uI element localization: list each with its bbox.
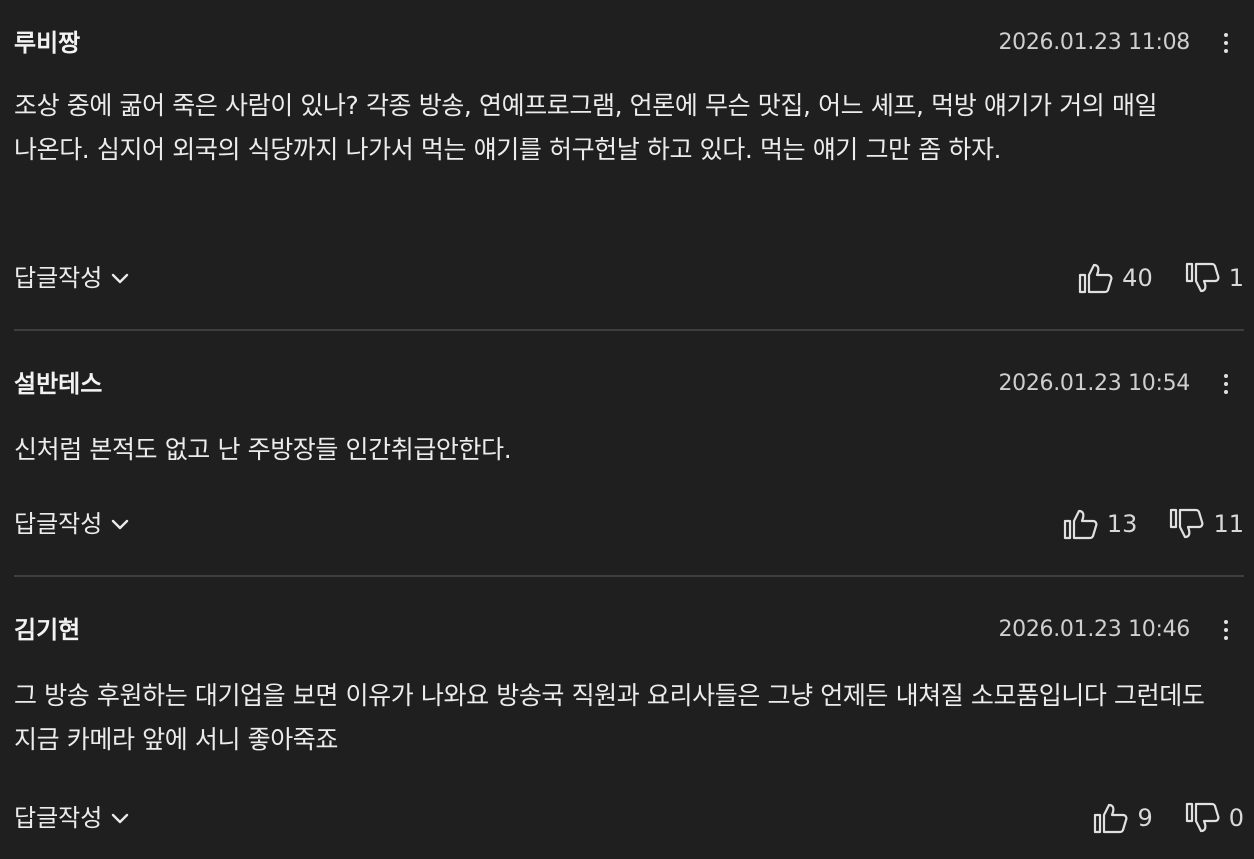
like-count: 40 [1122, 264, 1153, 292]
dislike-count: 1 [1228, 264, 1244, 292]
like-button[interactable]: 13 [1063, 508, 1138, 540]
dislike-button[interactable]: 0 [1185, 802, 1244, 834]
comment-item: 설반테스 2026.01.23 10:54 신처럼 본적도 없고 난 주방장들 … [0, 331, 1254, 577]
vote-group: 13 11 [1063, 508, 1244, 540]
comment-author: 김기현 [14, 616, 81, 644]
comment-list: 루비짱 2026.01.23 11:08 조상 중에 굶어 죽은 사람이 있나?… [0, 0, 1254, 859]
dislike-button[interactable]: 11 [1169, 508, 1244, 540]
dislike-count: 0 [1228, 804, 1244, 832]
chevron-down-icon [112, 519, 129, 530]
thumbs-down-icon [1185, 802, 1220, 833]
like-button[interactable]: 9 [1093, 802, 1153, 834]
reply-toggle-button[interactable]: 답글작성 [14, 262, 130, 294]
more-options-button[interactable] [1214, 369, 1238, 399]
comment-body: 조상 중에 굶어 죽은 사람이 있나? 각종 방송, 연예프로그램, 언론에 무… [14, 91, 1158, 164]
thumbs-up-icon [1079, 263, 1113, 294]
comment-timestamp: 2026.01.23 10:46 [998, 617, 1190, 642]
reply-toggle-button[interactable]: 답글작성 [14, 508, 130, 540]
like-count: 13 [1106, 510, 1138, 538]
comment-timestamp: 2026.01.23 11:08 [998, 30, 1190, 55]
comment-item: 김기현 2026.01.23 10:46 그 방송 후원하는 대기업을 보면 이… [0, 577, 1254, 859]
like-count: 9 [1137, 804, 1153, 832]
reply-label: 답글작성 [14, 510, 103, 538]
comment-timestamp: 2026.01.23 10:54 [998, 371, 1190, 396]
reply-toggle-button[interactable]: 답글작성 [14, 802, 130, 834]
reply-label: 답글작성 [14, 804, 103, 832]
vote-group: 9 0 [1093, 802, 1244, 834]
more-options-button[interactable] [1214, 28, 1238, 58]
thumbs-down-icon [1185, 262, 1220, 293]
comment-body: 신처럼 본적도 없고 난 주방장들 인간취급안한다. [14, 435, 512, 464]
comment-body: 그 방송 후원하는 대기업을 보면 이유가 나와요 방송국 직원과 요리사들은 … [14, 681, 1205, 754]
dislike-button[interactable]: 1 [1185, 262, 1244, 294]
comment-author: 설반테스 [14, 370, 103, 398]
more-options-button[interactable] [1214, 615, 1238, 645]
thumbs-up-icon [1094, 803, 1128, 834]
dislike-count: 11 [1213, 510, 1244, 538]
vote-group: 40 1 [1078, 262, 1244, 294]
reply-label: 답글작성 [14, 264, 103, 292]
comment-item: 루비짱 2026.01.23 11:08 조상 중에 굶어 죽은 사람이 있나?… [0, 0, 1254, 331]
comment-author: 루비짱 [14, 29, 81, 57]
thumbs-up-icon [1063, 509, 1098, 540]
like-button[interactable]: 40 [1078, 262, 1153, 294]
chevron-down-icon [112, 273, 129, 284]
thumbs-down-icon [1170, 508, 1204, 539]
chevron-down-icon [112, 813, 129, 824]
